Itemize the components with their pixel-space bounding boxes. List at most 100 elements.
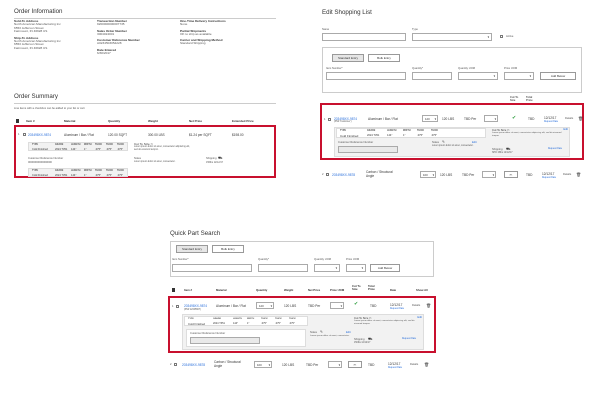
quantity-select[interactable]: 100 ▾ — [420, 171, 436, 178]
col-date: Date — [390, 288, 397, 292]
spec-header: THICK — [261, 318, 268, 320]
shipping-label: Shipping — [354, 338, 365, 341]
details-toggle[interactable]: Details — [563, 173, 571, 176]
customer-ref-input[interactable] — [190, 337, 260, 344]
cut-to-size-button[interactable]: ✂ — [504, 171, 518, 178]
item-link[interactable]: 203498XX-9878 — [332, 173, 355, 177]
total-price: TBD — [528, 117, 535, 121]
cut-to-size-description: Lorem ipsum dolor sit amet, consectetur … — [354, 320, 415, 325]
quantity-uom-label: Quantity UOM — [314, 258, 332, 261]
cut-to-size-button[interactable]: ✂ — [348, 361, 362, 368]
price-uom-select[interactable]: ▾ — [482, 171, 496, 178]
col-extended-price: Extended Price — [232, 119, 254, 123]
customer-ref-value: A0234503054228 — [97, 41, 122, 46]
price-uom-select[interactable]: ▾ — [484, 115, 498, 122]
spec-value: .075" — [117, 148, 123, 151]
spec-header: GRADE — [213, 318, 221, 320]
price-uom-select[interactable]: ▾ — [328, 361, 342, 368]
type-select[interactable]: ▾ — [412, 33, 492, 41]
type-label: Type — [412, 28, 418, 31]
spec-header: THICK — [275, 318, 282, 320]
request-date-link[interactable]: Request Date — [388, 367, 402, 369]
request-date-link[interactable]: Request Date — [548, 148, 562, 150]
show-all-toggle[interactable]: Show All — [416, 288, 428, 292]
spec-header: TYPE — [188, 318, 194, 320]
chevron-down-icon: ▾ — [493, 74, 495, 78]
tab-standard-entry[interactable]: Standard Entry — [176, 245, 208, 253]
spec-subtable: TYPE GRADE LENGTH WIDTH THICK THICK Cold… — [336, 128, 486, 138]
request-date-link[interactable]: Request Date — [402, 338, 416, 340]
chevron-down-icon: ▾ — [340, 303, 342, 308]
checkmark-icon: ✔ — [354, 301, 359, 307]
spec-value: .075" — [431, 134, 437, 137]
price-uom-select[interactable]: ▾ — [504, 72, 534, 80]
quantity-uom-select[interactable]: ▾ — [314, 264, 340, 272]
customer-ref-input[interactable] — [338, 146, 398, 153]
edit-notes-link[interactable]: Edit — [472, 141, 477, 144]
details-toggle[interactable]: Details — [410, 363, 418, 366]
shipping-value: 156lbs 12/12/17 — [206, 161, 224, 164]
request-date-value: 12/12/17 — [390, 303, 403, 307]
quantity-input[interactable] — [258, 264, 308, 272]
item-number-input[interactable] — [172, 264, 252, 272]
trash-icon[interactable]: 🗑 — [578, 116, 583, 121]
add-below-button[interactable]: Add Below — [540, 72, 576, 80]
order-information-title: Order Information — [14, 8, 63, 15]
tab-bulk-entry[interactable]: Bulk Entry — [368, 54, 400, 62]
edit-cut-link[interactable]: Edit — [563, 128, 568, 131]
chevron-down-icon: ▾ — [268, 362, 270, 367]
active-checkbox[interactable] — [500, 35, 504, 39]
price-uom-select[interactable]: ▾ — [330, 302, 344, 309]
select-all-checkbox[interactable] — [172, 288, 176, 292]
quantity-select[interactable]: 100 ▾ — [254, 361, 272, 368]
spec-header: WIDTH — [247, 318, 255, 320]
line-checkbox[interactable] — [23, 133, 27, 137]
trash-icon[interactable]: 🗑 — [424, 362, 429, 367]
net-price: $1.24 per SQFT — [189, 133, 212, 137]
notes-label: Notes — [310, 331, 318, 334]
quantity-select[interactable]: 120 ▾ — [422, 115, 438, 122]
tab-bulk-entry[interactable]: Bulk Entry — [212, 245, 244, 253]
shipping-value: SHD 15lbs 12/12/17 — [492, 152, 513, 154]
notes-value: Lorem ipsum dolor sit amet, consectetur. — [134, 161, 176, 163]
quantity-label: Quantity* — [258, 258, 270, 261]
details-toggle[interactable]: Details — [565, 117, 573, 120]
line-checkbox[interactable] — [174, 363, 178, 367]
trash-icon[interactable]: 🗑 — [426, 303, 431, 308]
order-numbers-block: Transaction Number 9200000000007735 Sale… — [97, 19, 167, 55]
quantity-select[interactable]: 120 ▾ — [256, 302, 274, 309]
item-link[interactable]: 203498XX-9874 — [184, 304, 207, 308]
trash-icon[interactable]: 🗑 — [576, 172, 581, 177]
price-uom-select[interactable]: ▾ — [346, 264, 366, 272]
item-link[interactable]: 203498XX-9874 — [28, 133, 51, 137]
name-input[interactable] — [322, 33, 406, 41]
details-toggle[interactable]: Details — [412, 304, 420, 307]
edit-cut-link[interactable]: Edit — [417, 316, 422, 319]
spec-value: .075" — [289, 322, 295, 325]
edit-notes-link[interactable]: Edit — [346, 331, 351, 334]
tab-standard-entry[interactable]: Standard Entry — [332, 54, 364, 62]
order-line-1: 1 203498XX-9874 Aluminum / Bar / Flat 12… — [14, 125, 276, 178]
line-checkbox[interactable] — [176, 305, 180, 309]
item-number-input[interactable] — [326, 72, 406, 80]
spec-value: 1" — [84, 174, 87, 177]
col-item: Item # — [26, 119, 35, 123]
weight: 120 LBS — [442, 117, 455, 121]
request-date-link[interactable]: Request Date — [542, 177, 556, 179]
item-number-label: Item Number* — [172, 258, 189, 261]
request-date-value: 12/12/17 — [388, 362, 401, 366]
material: Aluminum / Bar / Flat — [64, 133, 94, 137]
request-date-link[interactable]: Request Date — [390, 308, 404, 310]
customer-ref-label: Customer Reference Number — [338, 141, 374, 144]
line-checkbox[interactable] — [326, 173, 330, 177]
chevron-down-icon: ▾ — [487, 35, 489, 39]
quantity-uom-select[interactable]: ▾ — [458, 72, 498, 80]
select-all-checkbox[interactable] — [16, 119, 20, 123]
add-below-button[interactable]: Add Below — [370, 264, 400, 272]
quantity-input[interactable] — [412, 72, 452, 80]
item-link[interactable]: 203498XX-9878 — [182, 363, 205, 367]
spec-header: GRADE — [367, 130, 376, 132]
request-date-link[interactable]: Request Date — [544, 121, 558, 123]
line-checkbox[interactable] — [328, 118, 332, 122]
partial-shipments-value: OK to ship as available — [180, 31, 212, 36]
